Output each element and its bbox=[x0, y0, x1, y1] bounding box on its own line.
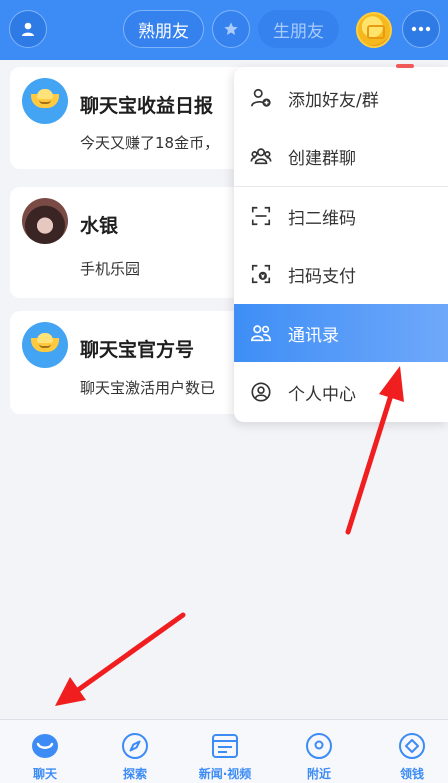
add-friend-icon bbox=[251, 88, 271, 107]
menu-item-scan-qr[interactable]: 扫二维码 bbox=[234, 187, 448, 245]
menu-item-label: 个人中心 bbox=[288, 384, 356, 405]
dropdown-menu: 添加好友/群 创建群聊 扫二维码 扫码支付 通讯录 个人中心 bbox=[234, 67, 448, 422]
group-chat-icon bbox=[250, 148, 272, 165]
familiar-friends-tab[interactable]: 熟朋友 bbox=[123, 10, 204, 48]
tab-earn[interactable]: 领钱 bbox=[367, 720, 448, 783]
coin-icon[interactable] bbox=[356, 12, 392, 48]
menu-item-profile[interactable]: 个人中心 bbox=[234, 363, 448, 421]
tab-label: 新闻·视频 bbox=[198, 767, 252, 781]
arrow-to-chat-tab bbox=[55, 612, 186, 706]
star-button[interactable] bbox=[212, 10, 250, 48]
scan-pay-icon bbox=[251, 264, 271, 284]
profile-icon bbox=[251, 382, 271, 402]
user-icon bbox=[22, 22, 34, 36]
menu-item-contacts[interactable]: 通讯录 bbox=[234, 304, 448, 362]
menu-item-label: 扫二维码 bbox=[288, 208, 356, 229]
more-dots-icon bbox=[411, 26, 431, 32]
tab-label: 附近 bbox=[306, 767, 331, 781]
ingot-logo-avatar bbox=[22, 322, 68, 368]
location-icon bbox=[306, 733, 332, 759]
chat-preview: 今天又赚了18金币， bbox=[80, 134, 220, 152]
contacts-icon bbox=[251, 325, 271, 342]
compass-icon bbox=[122, 733, 148, 759]
menu-item-label: 扫码支付 bbox=[288, 266, 356, 287]
chat-title: 水银 bbox=[80, 215, 119, 237]
top-header: 熟朋友 生朋友 bbox=[0, 0, 448, 60]
menu-item-label: 通讯录 bbox=[288, 325, 339, 346]
user-photo-avatar bbox=[22, 198, 68, 244]
tab-news-video[interactable]: 新闻·视频 bbox=[180, 720, 270, 783]
menu-item-label: 创建群聊 bbox=[288, 148, 356, 169]
tab-nearby[interactable]: 附近 bbox=[274, 720, 364, 783]
news-icon bbox=[212, 734, 238, 758]
menu-item-create-group[interactable]: 创建群聊 bbox=[234, 127, 448, 185]
diamond-icon bbox=[399, 733, 425, 759]
menu-item-scan-pay[interactable]: 扫码支付 bbox=[234, 245, 448, 303]
tab-label: 聊天 bbox=[32, 767, 57, 781]
notification-dot bbox=[396, 64, 414, 68]
ingot-logo-avatar bbox=[22, 78, 68, 124]
chat-preview: 聊天宝激活用户数已 bbox=[80, 379, 216, 397]
user-avatar-button[interactable] bbox=[9, 10, 47, 48]
chat-preview: 手机乐园 bbox=[80, 260, 141, 278]
bottom-tab-bar: 聊天 探索 新闻·视频 附近 领钱 bbox=[0, 719, 448, 783]
stranger-friends-tab[interactable]: 生朋友 bbox=[258, 10, 339, 48]
tab-explore[interactable]: 探索 bbox=[90, 720, 180, 783]
menu-item-label: 添加好友/群 bbox=[288, 90, 379, 111]
scan-qr-icon bbox=[251, 206, 271, 226]
star-icon bbox=[224, 22, 238, 35]
tab-label: 探索 bbox=[122, 767, 147, 781]
chat-title: 聊天宝官方号 bbox=[80, 339, 195, 361]
tab-chat[interactable]: 聊天 bbox=[0, 720, 90, 783]
chat-title: 聊天宝收益日报 bbox=[80, 95, 214, 117]
menu-item-add-friend[interactable]: 添加好友/群 bbox=[234, 69, 448, 127]
tab-label: 领钱 bbox=[399, 767, 424, 781]
more-button[interactable] bbox=[402, 10, 440, 48]
chat-icon bbox=[32, 734, 58, 758]
